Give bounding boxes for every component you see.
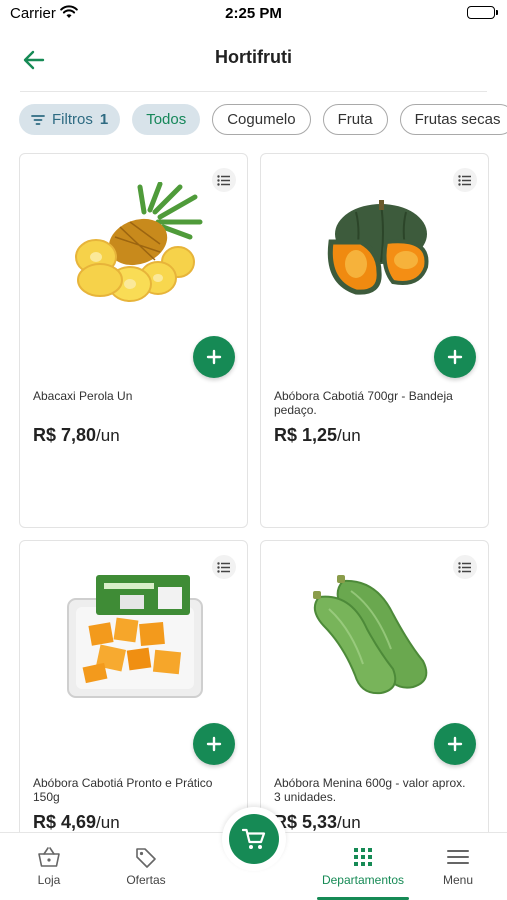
category-chips: Filtros 1 Todos Cogumelo Fruta Frutas se…	[19, 104, 507, 136]
price-unit: /un	[337, 813, 361, 832]
list-options-button[interactable]	[453, 555, 477, 579]
battery-icon	[467, 6, 498, 19]
tag-icon	[134, 845, 158, 869]
cart-icon	[242, 828, 266, 849]
squash-image	[313, 575, 428, 695]
price-unit: /un	[96, 813, 120, 832]
nav-label: Departamentos	[321, 873, 405, 887]
header-divider	[20, 91, 487, 92]
list-icon	[217, 174, 230, 186]
list-options-button[interactable]	[212, 555, 236, 579]
nav-label: Menu	[442, 873, 474, 887]
chip-frutas-secas[interactable]: Frutas secas	[399, 104, 507, 135]
product-price: R$ 5,33/un	[274, 812, 361, 833]
store-basket-icon	[37, 845, 61, 869]
add-to-cart-button[interactable]	[434, 723, 476, 765]
cart-button[interactable]	[229, 814, 279, 864]
product-price: R$ 7,80/un	[33, 425, 120, 446]
status-bar: Carrier 2:25 PM	[0, 0, 507, 28]
grid-icon	[353, 845, 373, 869]
price-amount: R$ 7,80	[33, 425, 97, 445]
list-icon	[458, 174, 471, 186]
page-title: Hortifruti	[215, 47, 292, 67]
product-price: R$ 1,25/un	[274, 425, 361, 446]
plus-icon	[206, 349, 222, 365]
filters-chip[interactable]: Filtros 1	[19, 104, 121, 135]
list-icon	[217, 561, 230, 573]
filters-count: 1	[99, 111, 109, 128]
product-card[interactable]: Abóbora Cabotiá 700gr - Bandeja pedaço. …	[260, 153, 489, 528]
list-icon	[458, 561, 471, 573]
plus-icon	[206, 736, 222, 752]
list-options-button[interactable]	[453, 168, 477, 192]
nav-menu[interactable]: Menu	[434, 833, 482, 900]
price-unit: /un	[337, 426, 361, 445]
pumpkin-tray-image	[67, 575, 203, 698]
nav-label: Loja	[37, 873, 61, 887]
pumpkin-image	[327, 200, 429, 295]
nav-departamentos[interactable]: Departamentos	[317, 833, 409, 900]
product-card[interactable]: Abacaxi Perola Un R$ 7,80/un	[19, 153, 248, 528]
price-amount: R$ 1,25	[274, 425, 338, 445]
clock: 2:25 PM	[225, 5, 282, 22]
filters-label: Filtros	[52, 111, 93, 128]
product-name: Abóbora Cabotiá 700gr - Bandeja pedaço.	[274, 389, 453, 417]
chip-todos[interactable]: Todos	[132, 104, 201, 135]
app-header: Hortifruti	[0, 30, 507, 90]
plus-icon	[447, 349, 463, 365]
menu-icon	[447, 845, 469, 869]
product-name: Abóbora Cabotiá Pronto e Prático 150g	[33, 776, 213, 804]
nav-label: Ofertas	[126, 873, 166, 887]
product-price: R$ 4,69/un	[33, 812, 120, 833]
add-to-cart-button[interactable]	[193, 336, 235, 378]
bottom-navigation: Loja Ofertas Departamentos Menu	[0, 807, 507, 900]
add-to-cart-button[interactable]	[193, 723, 235, 765]
nav-loja[interactable]: Loja	[20, 833, 78, 900]
price-amount: R$ 4,69	[33, 812, 97, 832]
plus-icon	[447, 736, 463, 752]
nav-ofertas[interactable]: Ofertas	[117, 833, 175, 900]
filter-icon	[31, 114, 45, 125]
product-name: Abacaxi Perola Un	[33, 389, 133, 403]
list-options-button[interactable]	[212, 168, 236, 192]
chip-cogumelo[interactable]: Cogumelo	[212, 104, 311, 135]
pineapple-image	[75, 182, 203, 302]
product-name: Abóbora Menina 600g - valor aprox. 3 uni…	[274, 776, 466, 804]
price-unit: /un	[96, 426, 120, 445]
add-to-cart-button[interactable]	[434, 336, 476, 378]
chip-fruta[interactable]: Fruta	[322, 104, 388, 135]
